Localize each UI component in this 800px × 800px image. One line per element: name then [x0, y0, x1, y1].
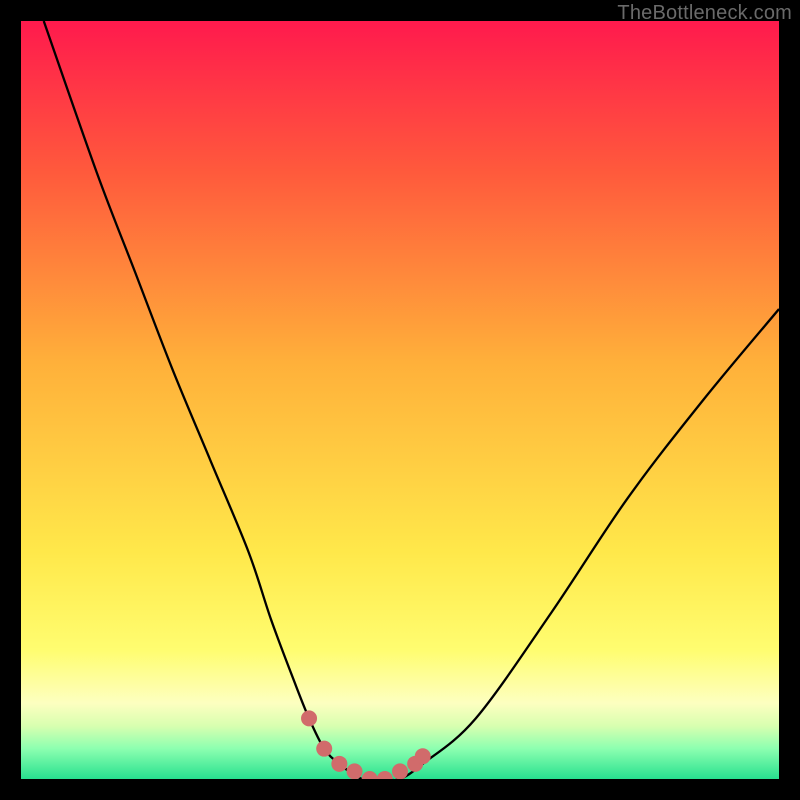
plot-area: [21, 21, 779, 779]
trough-dot: [301, 710, 317, 726]
trough-dot: [347, 763, 363, 779]
trough-dot: [331, 756, 347, 772]
watermark-text: TheBottleneck.com: [617, 2, 792, 25]
trough-dot: [392, 763, 408, 779]
chart-background: [21, 21, 779, 779]
trough-dot: [415, 748, 431, 764]
chart-frame: TheBottleneck.com: [0, 0, 800, 800]
bottleneck-chart: [21, 21, 779, 779]
trough-dot: [316, 741, 332, 757]
